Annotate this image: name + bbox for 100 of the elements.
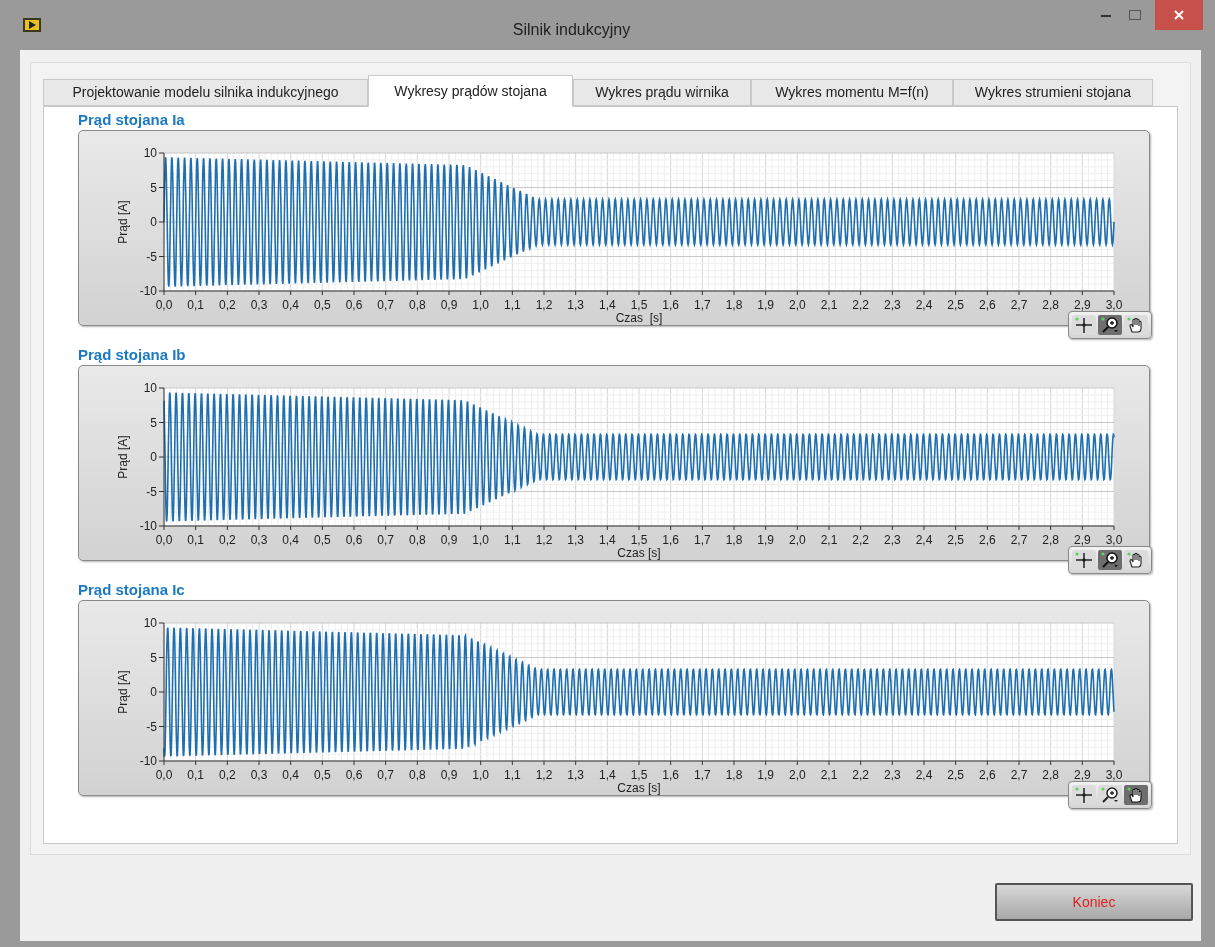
tick-label: 1,8: [725, 298, 743, 312]
tick-label: 1,7: [694, 298, 711, 312]
window-title: Silnik indukcyjny: [511, 20, 632, 40]
tick-label: 0,4: [282, 533, 299, 547]
close-icon: [1174, 10, 1184, 20]
tab[interactable]: Wykres momentu M=f(n): [751, 79, 953, 106]
axis-title: Prąd [A]: [116, 670, 130, 714]
tick-label: 1,2: [535, 533, 553, 547]
maximize-icon[interactable]: [1129, 10, 1141, 20]
tick-label: 10: [143, 616, 157, 630]
tick-label: 0,2: [219, 298, 236, 312]
tick-label: 2,3: [884, 298, 901, 312]
axis-title: Czas [s]: [617, 781, 661, 796]
tick-label: 0,7: [377, 298, 394, 312]
tick-label: 1,9: [757, 768, 774, 782]
tick-label: 0,5: [314, 298, 331, 312]
tick-label: 2,5: [947, 298, 964, 312]
tick-label: 2,6: [979, 768, 996, 782]
zoom-icon[interactable]: [1098, 785, 1122, 805]
tick-label: 1,1: [504, 768, 521, 782]
tick-label: 0,3: [250, 768, 268, 782]
tick-label: 1,5: [630, 768, 648, 782]
zoom-icon[interactable]: [1098, 550, 1122, 570]
tab[interactable]: Wykres prądu wirnika: [573, 79, 751, 106]
tick-label: 0,5: [314, 768, 331, 782]
tick-label: 1,4: [599, 533, 616, 547]
tab[interactable]: Wykres strumieni stojana: [953, 79, 1153, 106]
crosshair-icon[interactable]: [1072, 785, 1096, 805]
tick-label: 0,3: [250, 298, 268, 312]
tick-label: 1,2: [535, 768, 553, 782]
tick-label: 2,9: [1074, 298, 1091, 312]
tick-label: -5: [146, 484, 157, 499]
hand-icon[interactable]: [1124, 550, 1148, 570]
tick-label: 2,0: [789, 768, 806, 782]
tick-label: 0,2: [219, 533, 236, 547]
tick-label: 2,5: [947, 768, 964, 782]
axis-title: Czas [s]: [615, 311, 663, 326]
tick-label: 1,4: [599, 768, 616, 782]
tick-label: 2,1: [820, 298, 838, 312]
tick-label: 0,4: [282, 298, 299, 312]
tick-label: 2,8: [1042, 768, 1059, 782]
tick-label: 10: [143, 146, 157, 160]
tick-label: 3,0: [1105, 533, 1123, 547]
hand-icon[interactable]: [1124, 315, 1148, 335]
tick-label: 0,4: [282, 768, 299, 782]
tick-label: 2,8: [1042, 298, 1059, 312]
tick-label: 0,8: [409, 298, 426, 312]
tick-label: 2,2: [852, 298, 869, 312]
zoom-icon[interactable]: [1098, 315, 1122, 335]
tick-label: 5: [150, 415, 157, 430]
tick-label: 0,3: [250, 533, 268, 547]
tick-label: 0,1: [187, 768, 204, 782]
tick-label: 1,2: [535, 298, 553, 312]
tick-label: -5: [146, 719, 157, 734]
tick-label: 0,0: [155, 768, 173, 782]
tick-label: 1,4: [599, 298, 616, 312]
graph-title: Prąd stojana Ib: [78, 345, 186, 365]
hand-icon[interactable]: [1124, 785, 1148, 805]
tick-label: 1,1: [504, 298, 521, 312]
tick-label: 5: [150, 180, 157, 195]
tick-label: 2,7: [1010, 533, 1028, 547]
tick-label: 0,0: [155, 298, 173, 312]
tick-label: 0: [150, 685, 157, 699]
tab[interactable]: Projektowanie modelu silnika indukcyjnego: [43, 79, 368, 106]
tick-label: 1,0: [472, 533, 489, 547]
tick-label: 0,2: [219, 768, 236, 782]
tick-label: 0,1: [187, 533, 204, 547]
tick-label: 10: [143, 381, 157, 395]
tick-label: 1,8: [725, 768, 743, 782]
tick-label: 0,7: [377, 768, 394, 782]
tick-label: 2,8: [1042, 533, 1059, 547]
tick-label: 3,0: [1105, 768, 1123, 782]
tick-label: -10: [139, 754, 157, 768]
axis-title: Prąd [A]: [116, 200, 130, 244]
graph-title: Prąd stojana Ia: [78, 110, 185, 130]
tick-label: 1,6: [662, 298, 679, 312]
tick-label: 0,8: [409, 533, 426, 547]
tick-label: 3,0: [1105, 298, 1123, 312]
tick-label: 0,5: [314, 533, 331, 547]
tick-label: 2,9: [1074, 768, 1091, 782]
tick-label: 2,7: [1010, 768, 1028, 782]
tick-label: 0: [150, 215, 157, 229]
tick-label: 2,2: [852, 768, 869, 782]
tick-label: 1,8: [725, 533, 743, 547]
tick-label: 0,0: [155, 533, 173, 547]
tick-label: 2,5: [947, 533, 964, 547]
tick-label: 1,1: [504, 533, 521, 547]
crosshair-icon[interactable]: [1072, 315, 1096, 335]
tick-label: 2,3: [884, 768, 901, 782]
crosshair-icon[interactable]: [1072, 550, 1096, 570]
close-button[interactable]: [1155, 0, 1203, 30]
tick-label: 0,9: [440, 533, 458, 547]
tick-label: 2,4: [915, 298, 933, 312]
minimize-icon[interactable]: [1101, 14, 1111, 18]
tab[interactable]: Wykresy prądów stojana: [368, 75, 573, 107]
tick-label: 1,5: [630, 298, 648, 312]
tick-label: 1,5: [630, 533, 648, 547]
tick-label: 1,7: [694, 768, 711, 782]
tick-label: 0,6: [345, 533, 363, 547]
tick-label: 2,0: [789, 298, 806, 312]
